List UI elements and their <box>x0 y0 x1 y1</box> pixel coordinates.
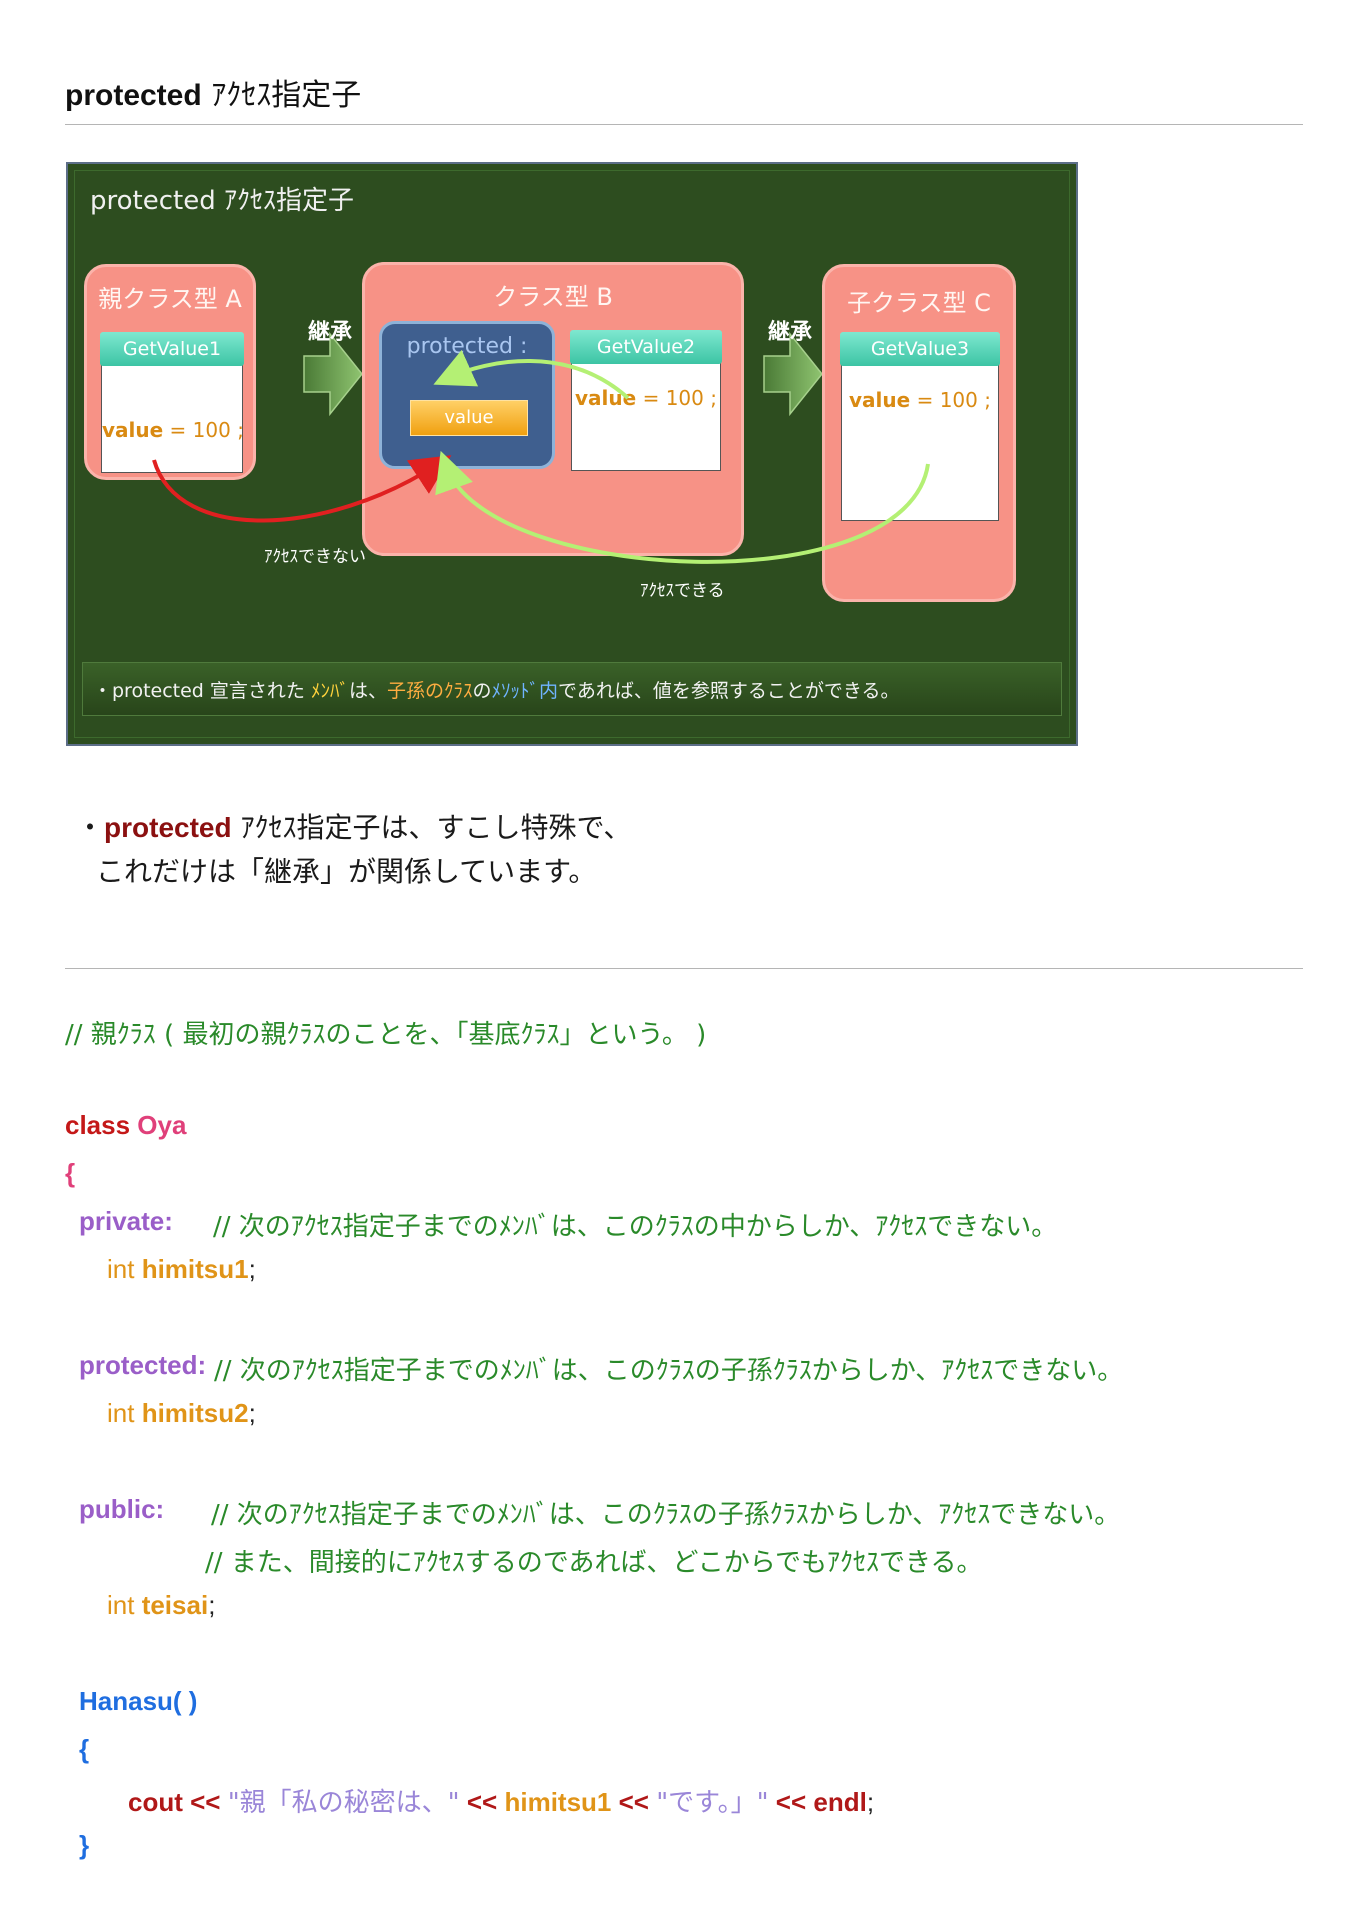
page-title: protected ｱｸｾｽ指定子 <box>65 70 361 114</box>
code-public-comment-1: // 次のｱｸｾｽ指定子までのﾒﾝﾊﾞは、このｸﾗｽの子孫ｸﾗｽからしか、ｱｸｾ… <box>211 1500 1121 1530</box>
code-comment-base: // 親ｸﾗｽ ( 最初の親ｸﾗｽのことを、「基底ｸﾗｽ」という。 ) <box>65 1020 707 1050</box>
code-brace-open: { <box>65 1158 76 1188</box>
code-method-brace-open: { <box>79 1734 90 1764</box>
protected-diagram: protected ｱｸｾｽ指定子 親クラス型 A GetValue1 valu… <box>66 162 1078 746</box>
divider-bottom <box>65 968 1303 969</box>
can-access-arrow-b <box>433 349 630 400</box>
note-keyword: protected <box>104 812 232 843</box>
code-method-name: Hanasu( ) <box>79 1686 198 1716</box>
code-private-comment: // 次のｱｸｾｽ指定子までのﾒﾝﾊﾞは、このｸﾗｽの中からしか、ｱｸｾｽできな… <box>213 1212 1058 1242</box>
page-title-text: ｱｸｾｽ指定子 <box>201 78 362 113</box>
code-cout-line: cout << "親「私の秘密は、" << himitsu1 << "です。」"… <box>128 1787 875 1818</box>
divider-top <box>65 124 1303 125</box>
note-line-1: ・protected ｱｸｾｽ指定子は、すこし特殊で、 <box>76 811 632 844</box>
code-protected-comment: // 次のｱｸｾｽ指定子までのﾒﾝﾊﾞは、このｸﾗｽの子孫ｸﾗｽからしか、ｱｸｾ… <box>214 1356 1124 1386</box>
code-method-brace-close: } <box>79 1830 90 1860</box>
code-himitsu2-line: int himitsu2; <box>107 1398 256 1428</box>
code-public-line: public: <box>79 1494 165 1524</box>
can-access-arrow-c <box>435 450 930 564</box>
can-access-label: ｱｸｾｽできる <box>640 581 725 601</box>
code-class-decl: class Oya <box>65 1110 187 1140</box>
cannot-access-arrow <box>152 455 452 523</box>
code-protected-line: protected: <box>79 1350 207 1380</box>
code-private-line: private: <box>79 1206 173 1236</box>
code-himitsu1-line: int himitsu1; <box>107 1254 256 1284</box>
summary-bar: ・protected 宣言された ﾒﾝﾊﾞは、子孫のｸﾗｽのﾒｿｯﾄﾞ内であれば… <box>82 662 1062 716</box>
summary-text: ・protected 宣言された ﾒﾝﾊﾞは、子孫のｸﾗｽのﾒｿｯﾄﾞ内であれば… <box>93 680 900 702</box>
note-line-2: これだけは「継承」が関係しています。 <box>96 855 597 888</box>
access-arrows <box>152 349 930 564</box>
code-teisai-line: int teisai; <box>107 1590 216 1620</box>
code-public-comment-2: // また、間接的にｱｸｾｽするのであれば、どこからでもｱｸｾｽできる。 <box>205 1548 983 1578</box>
cannot-access-label: ｱｸｾｽできない <box>264 547 366 567</box>
page-title-keyword: protected <box>65 79 202 112</box>
